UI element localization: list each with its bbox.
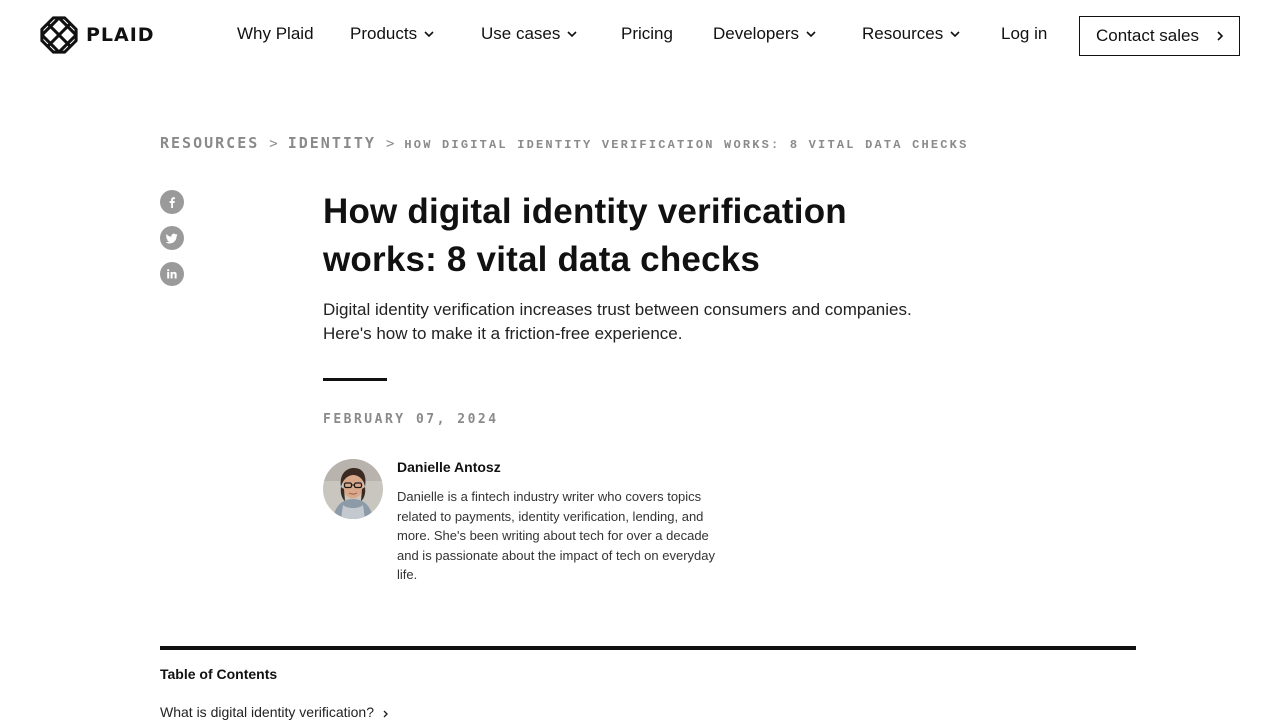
nav-label: Developers: [713, 24, 799, 43]
publish-date: FEBRUARY 07, 2024: [323, 412, 499, 427]
author-avatar: [323, 459, 383, 519]
contact-sales-label: Contact sales: [1096, 26, 1199, 45]
logo-text: PLAID: [86, 24, 155, 46]
article-title: How digital identity verification works:…: [323, 192, 847, 279]
breadcrumb-separator: >: [385, 136, 395, 152]
plaid-logo[interactable]: PLAID: [40, 16, 155, 54]
chevron-right-icon: [383, 710, 388, 718]
nav-label: Why Plaid: [237, 24, 314, 43]
nav-label: Products: [350, 24, 418, 43]
article-subtitle: Digital identity verification increases …: [323, 300, 912, 343]
nav-log-in[interactable]: Log in: [1001, 24, 1047, 44]
breadcrumb-separator: >: [269, 136, 278, 152]
site-header: PLAID Why Plaid Products Use cases Prici…: [0, 0, 1280, 72]
linkedin-icon: [167, 269, 177, 279]
chevron-right-icon: [1217, 31, 1224, 41]
nav-why-plaid[interactable]: Why Plaid: [237, 24, 314, 44]
chevron-down-icon: [806, 31, 816, 38]
author-bio: Danielle is a fintech industry writer wh…: [397, 489, 715, 582]
share-twitter-button[interactable]: [160, 226, 184, 250]
contact-sales-button[interactable]: Contact sales: [1079, 16, 1240, 56]
nav-label: Log in: [1001, 24, 1048, 43]
nav-pricing[interactable]: Pricing: [621, 24, 673, 44]
twitter-icon: [166, 233, 178, 244]
breadcrumb-identity[interactable]: IDENTITY: [288, 134, 376, 152]
nav-label: Resources: [862, 24, 944, 43]
breadcrumb-current: HOW DIGITAL IDENTITY VERIFICATION WORKS:…: [404, 138, 969, 152]
author-photo: [323, 459, 383, 519]
share-linkedin-button[interactable]: [160, 262, 184, 286]
nav-label: Use cases: [481, 24, 561, 43]
breadcrumb-resources[interactable]: RESOURCES: [160, 134, 259, 152]
nav-products[interactable]: Products: [350, 24, 435, 44]
toc-title: Table of Contents: [160, 666, 278, 682]
nav-developers[interactable]: Developers: [713, 24, 817, 44]
chevron-down-icon: [950, 31, 960, 38]
toc-item[interactable]: What is digital identity verification?: [160, 704, 390, 720]
author-name: Danielle Antosz: [397, 459, 501, 475]
nav-resources[interactable]: Resources: [862, 24, 961, 44]
chevron-down-icon: [567, 31, 577, 38]
breadcrumb: RESOURCES > IDENTITY > HOW DIGITAL IDENT…: [160, 134, 968, 152]
plaid-logo-icon: [40, 16, 78, 54]
nav-use-cases[interactable]: Use cases: [481, 24, 578, 44]
chevron-down-icon: [424, 31, 434, 38]
divider: [323, 378, 387, 381]
facebook-icon: [169, 197, 175, 208]
nav-label: Pricing: [621, 24, 673, 43]
toc-item-label: What is digital identity verification?: [160, 704, 374, 720]
share-facebook-button[interactable]: [160, 190, 184, 214]
toc-divider: [160, 646, 1136, 650]
